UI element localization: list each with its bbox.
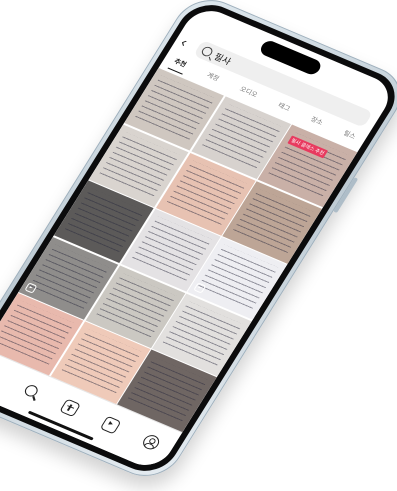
tab-recommended[interactable]: 추천	[169, 55, 189, 73]
reels-icon[interactable]	[99, 415, 122, 434]
search-icon	[199, 45, 215, 58]
search-icon[interactable]	[22, 383, 41, 399]
tab-tags[interactable]: 태그	[273, 100, 293, 118]
product-render: ‹ 필사 추천 계정 오디오 태그 장소 릴스 필사 클래스 추천	[0, 0, 397, 491]
home-icon[interactable]	[0, 369, 1, 384]
smartphone: ‹ 필사 추천 계정 오디오 태그 장소 릴스 필사 클래스 추천	[0, 0, 397, 487]
tab-places[interactable]: 장소	[306, 113, 326, 131]
tab-reels[interactable]: 릴스	[339, 127, 359, 145]
tab-accounts[interactable]: 계정	[202, 69, 222, 87]
phone-screen: ‹ 필사 추천 계정 오디오 태그 장소 릴스 필사 클래스 추천	[0, 3, 397, 473]
create-icon[interactable]	[59, 398, 82, 417]
profile-icon[interactable]	[140, 432, 162, 452]
